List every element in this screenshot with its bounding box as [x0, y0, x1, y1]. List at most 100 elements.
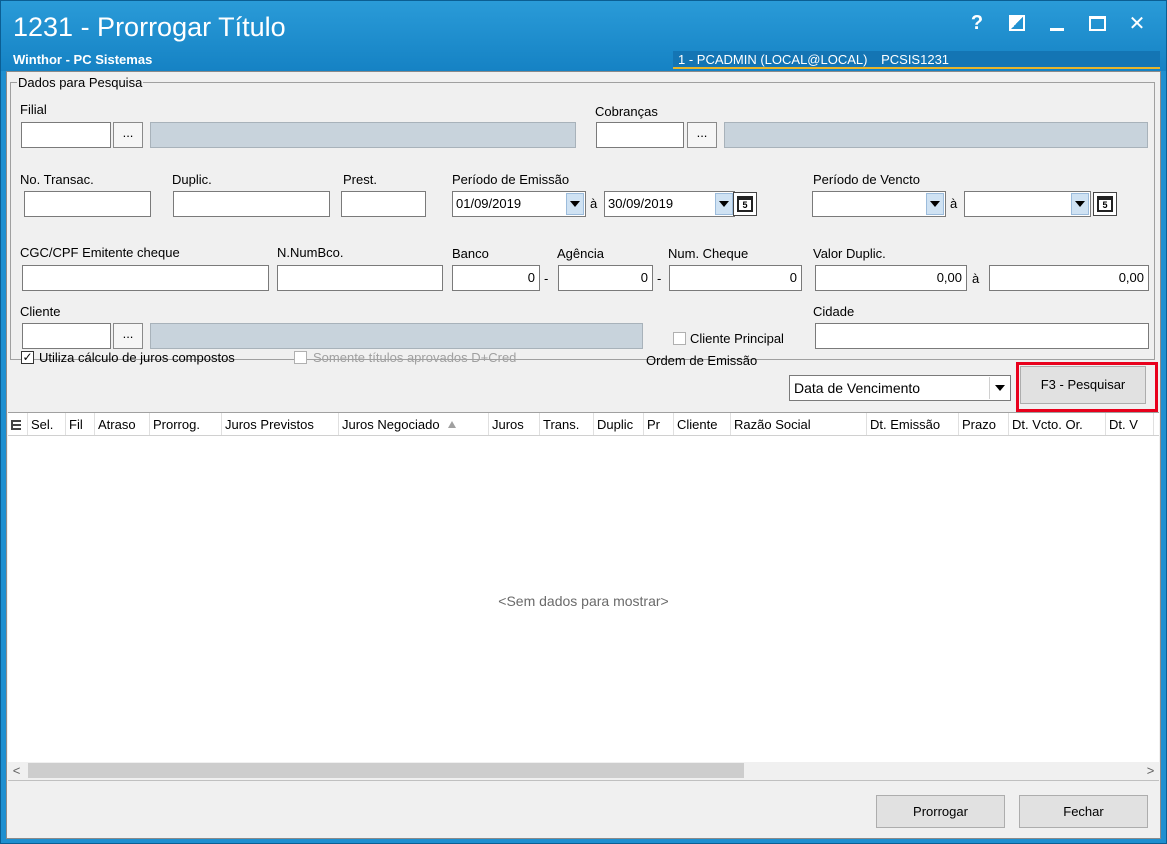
- scroll-thumb[interactable]: [28, 763, 744, 778]
- aprovados-checkbox[interactable]: [294, 351, 307, 364]
- no-transac-label: No. Transac.: [20, 172, 94, 187]
- duplic-label: Duplic.: [172, 172, 212, 187]
- emissao-inicio-input[interactable]: 01/09/2019: [452, 191, 586, 217]
- cliente-description: [150, 323, 643, 349]
- chevron-down-icon: [570, 201, 580, 207]
- window-title: 1231 - Prorrogar Título: [13, 12, 286, 42]
- cgc-input[interactable]: [22, 265, 269, 291]
- fechar-button[interactable]: Fechar: [1019, 795, 1148, 828]
- column-header[interactable]: Razão Social: [731, 413, 867, 435]
- num-cheque-label: Num. Cheque: [668, 246, 749, 261]
- duplic-input[interactable]: [173, 191, 330, 217]
- column-header[interactable]: Juros: [489, 413, 540, 435]
- juros-compostos-checkbox[interactable]: ✓: [21, 351, 34, 364]
- close-icon[interactable]: ✕: [1126, 11, 1148, 35]
- prorrogar-button[interactable]: Prorrogar: [876, 795, 1005, 828]
- prest-input[interactable]: [341, 191, 426, 217]
- column-header[interactable]: Fil: [66, 413, 95, 435]
- emissao-fim-dropdown[interactable]: [715, 193, 733, 215]
- grid-header: Sel. Fil Atraso Prorrog. Juros Previstos…: [8, 413, 1159, 436]
- vencto-inicio-dropdown[interactable]: [926, 193, 944, 215]
- cobrancas-input[interactable]: [596, 122, 684, 148]
- filial-label: Filial: [20, 102, 47, 117]
- pesquisar-button[interactable]: F3 - Pesquisar: [1020, 366, 1146, 404]
- emissao-inicio-dropdown[interactable]: [566, 193, 584, 215]
- vencto-fim-input[interactable]: [964, 191, 1091, 217]
- column-header-sorted[interactable]: Juros Negociado: [339, 413, 489, 435]
- cliente-input[interactable]: [22, 323, 111, 349]
- range-sep: à: [972, 271, 980, 286]
- agencia-label: Agência: [557, 246, 604, 261]
- cobrancas-label: Cobranças: [595, 104, 658, 119]
- ordem-dropdown[interactable]: [989, 377, 1009, 399]
- valor-inicio-input[interactable]: 0,00: [815, 265, 967, 291]
- search-group-title: Dados para Pesquisa: [17, 75, 144, 90]
- numbco-input[interactable]: [277, 265, 443, 291]
- calendar-icon[interactable]: 5: [1093, 192, 1117, 216]
- aprovados-label: Somente títulos aprovados D+Cred: [313, 350, 517, 365]
- emissao-inicio-value: 01/09/2019: [456, 196, 522, 211]
- cliente-lookup-button[interactable]: ...: [113, 323, 143, 349]
- periodo-vencto-label: Período de Vencto: [813, 172, 920, 187]
- column-header[interactable]: Cliente: [674, 413, 731, 435]
- column-header[interactable]: Dt. Emissão: [867, 413, 959, 435]
- calendar-icon[interactable]: 5: [733, 192, 757, 216]
- filial-input[interactable]: [21, 122, 111, 148]
- banco-input[interactable]: 0: [452, 265, 540, 291]
- column-header[interactable]: Trans.: [540, 413, 594, 435]
- no-transac-input[interactable]: [24, 191, 151, 217]
- scroll-right-icon[interactable]: >: [1142, 762, 1159, 779]
- restore-icon[interactable]: [1006, 11, 1028, 35]
- ordem-select[interactable]: Data de Vencimento: [789, 375, 1011, 401]
- client-area: Dados para Pesquisa Filial ... Cobranças…: [6, 71, 1161, 839]
- window-subtitle: Winthor - PC Sistemas: [13, 52, 153, 67]
- cliente-principal-checkbox[interactable]: [673, 332, 686, 345]
- user-info-bar: 1 - PCADMIN (LOCAL@LOCAL) PCSIS1231: [673, 51, 1160, 69]
- valor-fim-input[interactable]: 0,00: [989, 265, 1149, 291]
- results-grid[interactable]: Sel. Fil Atraso Prorrog. Juros Previstos…: [8, 412, 1159, 776]
- column-header[interactable]: Dt. Vcto. Or.: [1009, 413, 1106, 435]
- num-cheque-input[interactable]: 0: [669, 265, 802, 291]
- range-sep: à: [590, 196, 598, 211]
- valor-duplic-label: Valor Duplic.: [813, 246, 886, 261]
- ordem-select-value: Data de Vencimento: [794, 380, 921, 396]
- app-window: 1231 - Prorrogar Título Winthor - PC Sis…: [0, 0, 1167, 844]
- vencto-inicio-input[interactable]: [812, 191, 946, 217]
- minimize-icon[interactable]: [1046, 11, 1068, 35]
- chevron-down-icon: [719, 201, 729, 207]
- cidade-input[interactable]: [815, 323, 1149, 349]
- column-header[interactable]: Juros Previstos: [222, 413, 339, 435]
- cobrancas-lookup-button[interactable]: ...: [687, 122, 717, 148]
- cliente-label: Cliente: [20, 304, 61, 319]
- vencto-fim-dropdown[interactable]: [1071, 193, 1089, 215]
- column-chooser-icon[interactable]: [8, 413, 28, 435]
- banco-label: Banco: [452, 246, 489, 261]
- emissao-fim-value: 30/09/2019: [608, 196, 674, 211]
- filial-lookup-button[interactable]: ...: [113, 122, 143, 148]
- cliente-principal-label: Cliente Principal: [690, 331, 784, 346]
- user-info: 1 - PCADMIN (LOCAL@LOCAL): [678, 52, 868, 67]
- range-sep: à: [950, 196, 958, 211]
- emissao-fim-input[interactable]: 30/09/2019: [604, 191, 735, 217]
- numbco-label: N.NumBco.: [277, 245, 344, 260]
- help-icon[interactable]: ?: [966, 11, 988, 35]
- grid-empty-message: <Sem dados para mostrar>: [498, 593, 669, 609]
- column-header[interactable]: Duplic: [594, 413, 644, 435]
- column-header[interactable]: Dt. V: [1106, 413, 1154, 435]
- column-header[interactable]: Prorrog.: [150, 413, 222, 435]
- maximize-icon[interactable]: [1086, 11, 1108, 35]
- agencia-input[interactable]: 0: [558, 265, 653, 291]
- column-header[interactable]: Pr: [644, 413, 674, 435]
- horizontal-scrollbar[interactable]: < >: [8, 762, 1159, 779]
- scroll-left-icon[interactable]: <: [8, 762, 25, 779]
- dash: -: [657, 271, 662, 286]
- periodo-emissao-label: Período de Emissão: [452, 172, 570, 187]
- column-header[interactable]: Prazo: [959, 413, 1009, 435]
- column-header[interactable]: Atraso: [95, 413, 150, 435]
- title-bar[interactable]: 1231 - Prorrogar Título Winthor - PC Sis…: [1, 1, 1166, 71]
- chevron-down-icon: [930, 201, 940, 207]
- juros-compostos-label: Utiliza cálculo de juros compostos: [39, 350, 235, 365]
- chevron-down-icon: [1075, 201, 1085, 207]
- footer-divider: [8, 780, 1159, 781]
- column-header[interactable]: Sel.: [28, 413, 66, 435]
